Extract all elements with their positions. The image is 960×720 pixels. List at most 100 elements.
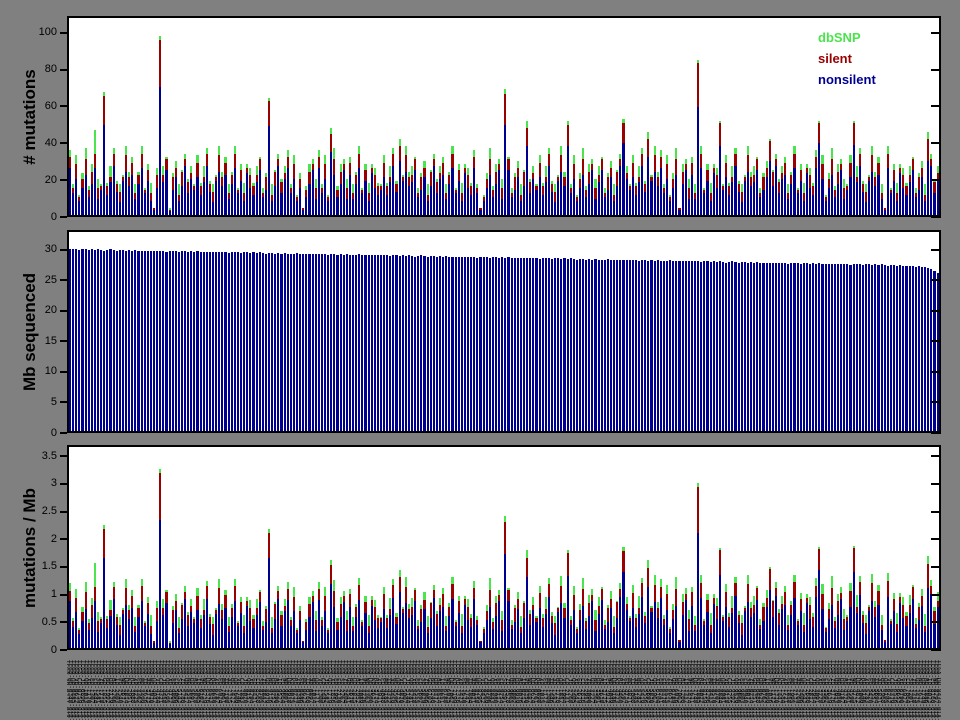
legend-item-silent: silent [818,48,876,69]
sample-bar [937,18,939,215]
sample-bar [411,18,413,215]
sample-bar [280,447,282,648]
sample-bar [448,232,450,431]
sample-bar [532,232,534,431]
sample-bar [346,447,348,648]
sample-bar [694,232,696,431]
sample-bar [902,447,904,648]
y-tick-label: 2 [5,533,57,546]
sample-bar [209,447,211,648]
sample-bar [368,447,370,648]
sample-bar [103,447,105,648]
sample-bar [846,447,848,648]
sample-bar [358,447,360,648]
sample-bar [349,18,351,215]
sample-bar [781,232,783,431]
sample-bar [890,447,892,648]
sample-bar [725,18,727,215]
sample-bar [551,232,553,431]
sample-bar [175,232,177,431]
sample-bar [433,447,435,648]
y-tick-label: 0 [5,427,57,440]
sample-bar [451,232,453,431]
sample-bar [887,447,889,648]
sample-bar [812,447,814,648]
sample-bar [240,18,242,215]
sample-bar [97,232,99,431]
sample-bar [859,232,861,431]
sample-bar [234,447,236,648]
sample-bar [812,232,814,431]
sample-bar [607,447,609,648]
y-tick-label: 10 [5,365,57,378]
sample-bar [224,232,226,431]
sample-bar [271,447,273,648]
sample-bar [675,18,677,215]
sample-bar [787,232,789,431]
legend-label-silent: silent [818,51,852,66]
sample-bar [607,18,609,215]
sample-bar [815,232,817,431]
sample-bar [91,447,93,648]
sample-bar [448,447,450,648]
sample-bar [305,18,307,215]
sample-bar [766,232,768,431]
sample-bar [719,447,721,648]
sample-bar [828,232,830,431]
sample-bar [439,232,441,431]
sample-bar [492,18,494,215]
sample-bar [209,232,211,431]
sample-bar [296,232,298,431]
sample-bar [626,447,628,648]
sample-bar [840,232,842,431]
sample-bar [420,18,422,215]
sample-bar [134,447,136,648]
sample-bar [716,232,718,431]
sample-bar [722,447,724,648]
sample-bar [713,232,715,431]
sample-bar [259,447,261,648]
sample-bar [793,18,795,215]
sample-bar [215,447,217,648]
sample-bar [725,447,727,648]
sample-bar [682,18,684,215]
sample-bar [184,232,186,431]
sample-bar [284,447,286,648]
sample-bar [514,232,516,431]
legend-label-dbsnp: dbSNP [818,30,861,45]
sample-bar [663,18,665,215]
sample-bar [511,447,513,648]
sample-bar [330,18,332,215]
sample-bar [371,232,373,431]
y-tick-mark-right [931,455,941,457]
sample-bar [305,447,307,648]
sample-bar [340,447,342,648]
sample-bar [501,447,503,648]
sample-bar [380,18,382,215]
sample-bar [144,447,146,648]
sample-bar [346,232,348,431]
sample-bar [109,447,111,648]
sample-bar [470,18,472,215]
sample-bar [747,232,749,431]
y-tick-mark-right [931,216,941,218]
y-tick-label: 15 [5,335,57,348]
sample-bar [483,232,485,431]
sample-bar [647,447,649,648]
sample-bar [467,18,469,215]
matlab-figure: # mutations 020406080100 Mb sequenced 05… [0,0,960,720]
y-tick-mark-right [931,511,941,513]
sample-bar [287,18,289,215]
sample-bar [495,232,497,431]
sample-bar [196,18,198,215]
sample-bar [775,18,777,215]
sample-bar [663,232,665,431]
sample-bar [458,18,460,215]
sample-bar [877,18,879,215]
sample-bar [69,232,71,431]
y-tick-mark-right [931,32,941,34]
sample-bar [924,18,926,215]
sample-bar [613,232,615,431]
sample-bar [657,18,659,215]
sample-bar [846,232,848,431]
